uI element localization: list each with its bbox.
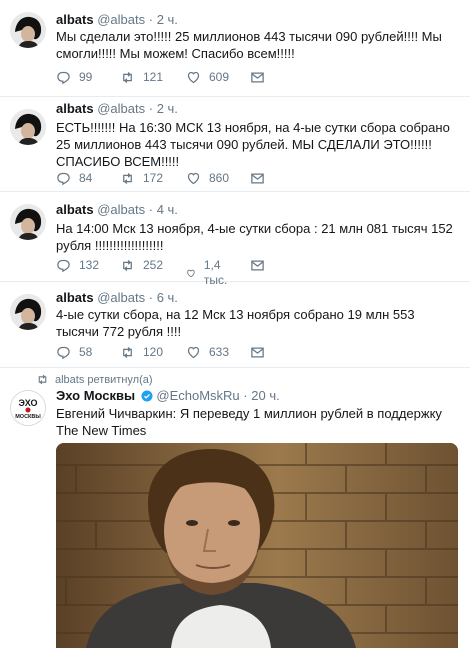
direct-message-button[interactable] [250, 345, 265, 360]
like-button[interactable]: 633 [186, 345, 229, 360]
reply-count: 132 [79, 258, 100, 272]
retweet-button[interactable]: 120 [120, 345, 163, 360]
reply-count: 99 [79, 70, 93, 84]
logo-text-bottom: МОСКВЫ [15, 414, 41, 420]
retweet-button[interactable]: 172 [120, 171, 163, 186]
direct-message-icon [251, 173, 264, 184]
tweet-header: albats @albats · 4 ч. [56, 202, 178, 218]
author-handle[interactable]: @albats [97, 202, 145, 217]
reply-button[interactable]: 99 [56, 70, 92, 85]
tweet-text: Евгений Чичваркин: Я переведу 1 миллион … [56, 406, 442, 438]
like-icon [187, 269, 195, 277]
author-handle[interactable]: @albats [97, 12, 145, 27]
avatar[interactable] [10, 109, 46, 145]
retweet-icon [123, 72, 132, 83]
like-count: 633 [209, 345, 230, 359]
author-handle[interactable]: @albats [97, 290, 145, 305]
tweet-time[interactable]: 6 ч. [157, 290, 178, 305]
direct-message-button[interactable] [250, 171, 265, 186]
like-icon [187, 172, 200, 185]
tweet-header: albats @albats · 6 ч. [56, 290, 178, 306]
like-count: 609 [209, 70, 230, 84]
reply-icon [57, 172, 70, 186]
tweet-text: ЕСТЬ!!!!!!! На 16:30 МСК 13 ноября, на 4… [56, 120, 450, 169]
reply-button[interactable]: 58 [56, 345, 92, 360]
avatar[interactable] [10, 204, 46, 240]
direct-message-icon [251, 347, 264, 358]
direct-message-icon [251, 260, 264, 271]
tweet-header: albats @albats · 2 ч. [56, 12, 178, 28]
retweet-count: 120 [143, 345, 164, 359]
separator-dot: · [148, 290, 154, 305]
tweet-text: Мы сделали это!!!!! 25 миллионов 443 тыс… [56, 29, 442, 61]
reply-icon [57, 346, 70, 360]
like-icon [187, 71, 200, 84]
author-name[interactable]: albats [56, 12, 94, 27]
direct-message-button[interactable] [250, 258, 265, 273]
tweet[interactable]: albats @albats · 2 ч. ЕСТЬ!!!!!!! На 16:… [0, 97, 470, 192]
author-name[interactable]: albats [56, 202, 94, 217]
separator-dot: · [148, 101, 154, 116]
author-name[interactable]: albats [56, 101, 94, 116]
reply-icon [57, 71, 70, 85]
timeline: albats @albats · 2 ч. Мы сделали это!!!!… [0, 0, 470, 648]
reply-count: 58 [79, 345, 93, 359]
tweet-text: На 14:00 Мск 13 ноября, 4-ые сутки сбора… [56, 221, 453, 253]
tweet-time[interactable]: 2 ч. [157, 101, 178, 116]
retweet-icon [123, 173, 132, 184]
retweet-button[interactable]: 252 [120, 258, 163, 273]
direct-message-button[interactable] [250, 70, 265, 85]
author-handle[interactable]: @albats [97, 101, 145, 116]
retweet-count: 172 [143, 171, 164, 185]
tweet[interactable]: albats @albats · 2 ч. Мы сделали это!!!!… [0, 0, 470, 97]
reply-count: 84 [79, 171, 93, 185]
like-button[interactable]: 609 [186, 70, 229, 85]
tweet[interactable]: albats @albats · 6 ч. 4-ые сутки сбора, … [0, 282, 470, 368]
retweet-count: 252 [143, 258, 164, 272]
tweet-time[interactable]: 20 ч. [251, 388, 279, 403]
retweet-context: albats ретвитнул(а) [36, 373, 153, 386]
retweet-button[interactable]: 121 [120, 70, 163, 85]
like-icon [187, 346, 200, 359]
retweet-count: 121 [143, 70, 164, 84]
avatar[interactable] [10, 12, 46, 48]
logo-text-top: ЭХО [19, 398, 38, 408]
reply-button[interactable]: 84 [56, 171, 92, 186]
echo-moskvy-logo[interactable]: ЭХО МОСКВЫ [10, 390, 46, 426]
like-button[interactable]: 860 [186, 171, 229, 186]
tweet-header: albats @albats · 2 ч. [56, 101, 178, 117]
retweet-context-label[interactable]: albats ретвитнул(а) [55, 374, 153, 386]
author-name[interactable]: Эхо Москвы [56, 388, 135, 403]
tweet-photo[interactable] [56, 443, 458, 648]
direct-message-icon [251, 72, 264, 83]
reply-icon [57, 259, 70, 273]
author-handle[interactable]: @EchoMskRu [156, 388, 239, 403]
reply-button[interactable]: 132 [56, 258, 99, 273]
tweet[interactable]: albats @albats · 4 ч. На 14:00 Мск 13 но… [0, 192, 470, 287]
author-name[interactable]: albats [56, 290, 94, 305]
like-count: 860 [209, 171, 230, 185]
tweet-time[interactable]: 2 ч. [157, 12, 178, 27]
retweet-icon [38, 374, 47, 385]
retweet-icon [123, 260, 132, 271]
avatar[interactable] [10, 294, 46, 330]
tweet-text: 4-ые сутки сбора, на 12 Мск 13 ноября со… [56, 307, 415, 339]
separator-dot: · [148, 12, 154, 27]
tweet-time[interactable]: 4 ч. [157, 202, 178, 217]
tweet-header: Эхо Москвы @EchoMskRu · 20 ч. [56, 388, 280, 404]
verified-icon [141, 390, 153, 402]
retweet-icon [123, 347, 132, 358]
separator-dot: · [243, 388, 248, 403]
separator-dot: · [148, 202, 154, 217]
